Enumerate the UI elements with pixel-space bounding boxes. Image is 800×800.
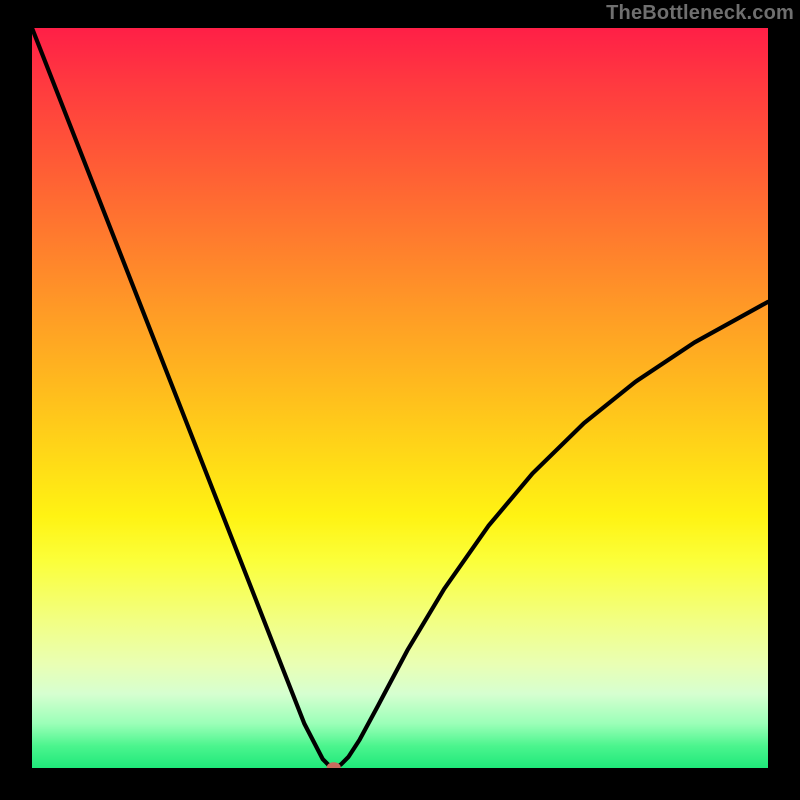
- chart-frame: TheBottleneck.com: [0, 0, 800, 800]
- bottleneck-curve: [32, 28, 768, 767]
- plot-area: [32, 28, 768, 768]
- watermark-text: TheBottleneck.com: [606, 2, 794, 25]
- curve-svg: [32, 28, 768, 768]
